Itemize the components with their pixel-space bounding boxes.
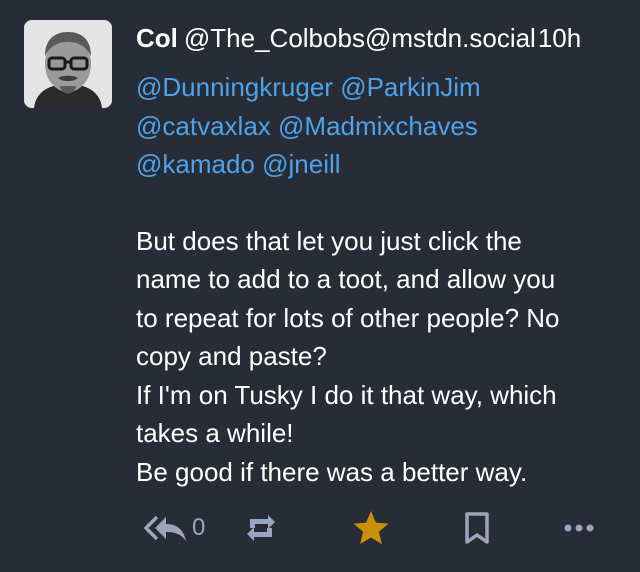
- status-card: Col @The_Colbobs@mstdn.social10h @Dunning…: [0, 0, 640, 572]
- text-line: to repeat for lots of other people? No: [136, 302, 560, 333]
- reply-count: 0: [192, 514, 206, 541]
- bookmark-icon: [465, 512, 489, 544]
- reply-all-icon: [144, 515, 186, 541]
- more-button[interactable]: [564, 508, 594, 548]
- status-header: Col @The_Colbobs@mstdn.social10h: [136, 18, 636, 58]
- text-line: name to add to a toot, and allow you: [136, 264, 556, 294]
- boost-button[interactable]: [244, 508, 278, 548]
- text-line: Be good if there was a better way.: [136, 456, 528, 487]
- reply-button[interactable]: 0: [144, 508, 205, 548]
- mention-link[interactable]: @Dunningkruger: [136, 72, 333, 102]
- more-icon: [564, 524, 594, 532]
- avatar-photo: [24, 20, 112, 108]
- mention-line: @kamado @jneill: [136, 145, 626, 184]
- text-line: But does that let you just click the: [136, 225, 522, 256]
- mention-link[interactable]: @kamado: [136, 149, 255, 179]
- text-line: If I'm on Tusky I do it that way, which: [136, 379, 557, 410]
- mention-link[interactable]: @Madmixchaves: [278, 111, 478, 141]
- mention-link[interactable]: @catvaxlax: [136, 111, 271, 141]
- timestamp[interactable]: 10h: [538, 23, 581, 53]
- favourite-button[interactable]: [352, 508, 390, 548]
- star-icon: [353, 511, 389, 545]
- mention-line: @catvaxlax @Madmixchaves: [136, 107, 626, 146]
- bookmark-button[interactable]: [462, 508, 492, 548]
- action-bar: 0: [0, 500, 640, 556]
- avatar[interactable]: [24, 20, 112, 108]
- boost-icon: [247, 515, 275, 541]
- status-text: But does that let you just click the nam…: [136, 222, 626, 492]
- mention-line: @Dunningkruger @ParkinJim: [136, 68, 626, 107]
- text-line: takes a while!: [136, 418, 294, 448]
- text-line: copy and paste?: [136, 341, 327, 371]
- display-name[interactable]: Col: [136, 23, 178, 53]
- mentions: @Dunningkruger @ParkinJim @catvaxlax @Ma…: [136, 68, 626, 184]
- mention-link[interactable]: @ParkinJim: [340, 72, 481, 102]
- status-content: @Dunningkruger @ParkinJim @catvaxlax @Ma…: [136, 68, 626, 491]
- mention-link[interactable]: @jneill: [262, 149, 340, 179]
- account-handle[interactable]: @The_Colbobs@mstdn.social: [184, 23, 536, 53]
